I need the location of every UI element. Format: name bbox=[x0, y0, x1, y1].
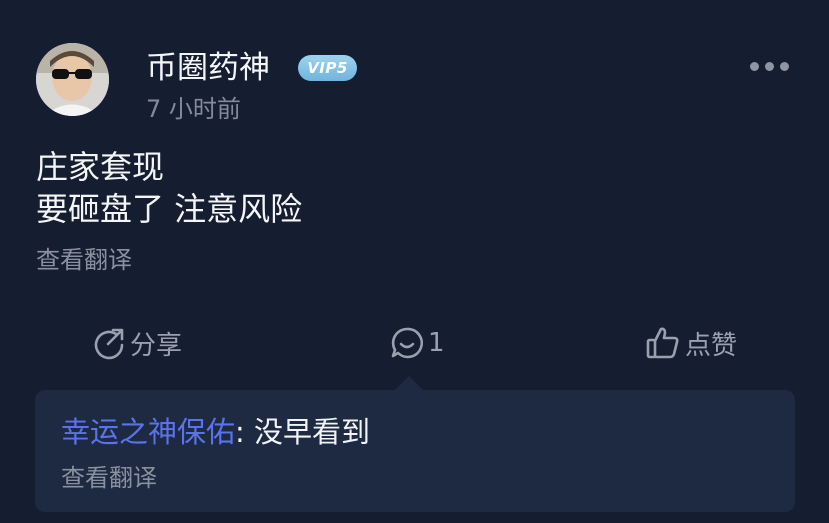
comment-button[interactable]: 1 bbox=[390, 321, 445, 365]
share-icon bbox=[94, 328, 124, 360]
thumbs-up-icon bbox=[646, 327, 679, 359]
more-dots-icon[interactable] bbox=[750, 62, 790, 74]
post-line: 要砸盘了 注意风险 bbox=[36, 190, 303, 228]
comment-line: 幸运之神保佑: 没早看到 bbox=[61, 412, 370, 452]
post-time: 7 小时前 bbox=[146, 95, 241, 123]
comment-card: 幸运之神保佑: 没早看到 查看翻译 bbox=[35, 390, 795, 512]
like-label: 点赞 bbox=[685, 330, 738, 361]
share-label: 分享 bbox=[130, 330, 183, 361]
translate-link[interactable]: 查看翻译 bbox=[36, 242, 132, 278]
comment-pointer bbox=[395, 376, 423, 390]
vip-badge: VIP5 bbox=[298, 55, 357, 81]
share-button[interactable]: 分享 bbox=[92, 321, 182, 365]
avatar[interactable] bbox=[36, 43, 109, 116]
comment-translate-link[interactable]: 查看翻译 bbox=[61, 460, 157, 496]
avatar-photo bbox=[36, 43, 109, 116]
author-name[interactable]: 币圈药神 bbox=[146, 48, 270, 88]
post-content: 庄家套现 要砸盘了 注意风险 bbox=[36, 146, 302, 230]
like-button[interactable]: 点赞 bbox=[645, 321, 737, 365]
comment-text: 没早看到 bbox=[254, 415, 371, 449]
comment-count: 1 bbox=[428, 328, 445, 358]
post-line: 庄家套现 bbox=[36, 148, 165, 186]
comment-author[interactable]: 幸运之神保佑 bbox=[61, 415, 235, 449]
comment-separator: : bbox=[235, 415, 255, 449]
comment-icon bbox=[391, 327, 424, 359]
